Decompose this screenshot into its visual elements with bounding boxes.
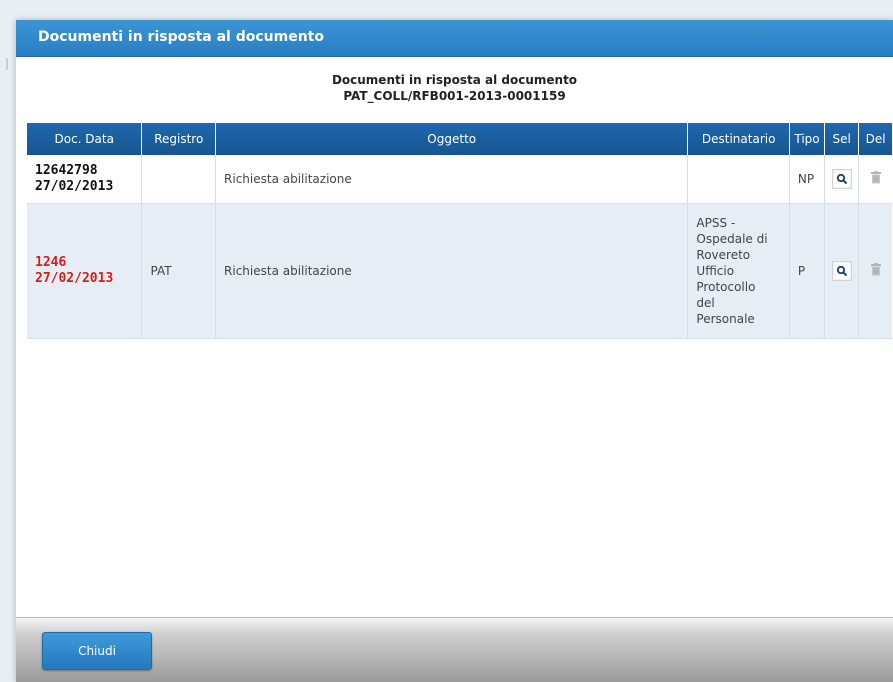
- destinatario-cell: APSS - Ospedale di Rovereto Ufficio Prot…: [687, 203, 790, 339]
- heading-title: Documenti in risposta al documento: [331, 73, 578, 87]
- dialog-heading: Documenti in risposta al documento PAT_C…: [16, 72, 893, 104]
- column-header-del: Del: [858, 123, 892, 155]
- destinatario-line: Personale: [696, 312, 755, 326]
- trash-icon: [870, 171, 881, 184]
- column-header-doc-data[interactable]: Doc. Data: [27, 123, 143, 155]
- registro-cell: [141, 155, 217, 204]
- dialog-title: Documenti in risposta al documento: [38, 29, 324, 45]
- destinatario-line: Ufficio: [696, 264, 735, 278]
- documents-response-dialog: Documenti in risposta al documento Docum…: [16, 20, 893, 682]
- table-row[interactable]: 1246 27/02/2013 PAT Richiesta abilitazio…: [27, 203, 892, 339]
- registro-cell: PAT: [141, 203, 217, 339]
- column-header-sel: Sel: [824, 123, 860, 155]
- window-edge-mark: [6, 58, 8, 70]
- documents-table: Doc. Data Registro Oggetto Destinatario …: [27, 123, 892, 339]
- column-header-tipo[interactable]: Tipo: [789, 123, 826, 155]
- dialog-titlebar[interactable]: Documenti in risposta al documento: [16, 20, 893, 57]
- destinatario-line: Rovereto: [696, 248, 751, 262]
- doc-date: 27/02/2013: [35, 179, 114, 194]
- destinatario-line: Protocollo: [696, 280, 756, 294]
- oggetto-cell: Richiesta abilitazione: [215, 203, 689, 339]
- sel-cell: [824, 203, 860, 339]
- del-cell: [858, 155, 892, 204]
- close-button[interactable]: Chiudi: [42, 632, 152, 670]
- dialog-footer: Chiudi: [16, 617, 893, 682]
- destinatario-line: APSS -: [696, 216, 736, 230]
- sel-cell: [824, 155, 860, 204]
- table-header-row: Doc. Data Registro Oggetto Destinatario …: [27, 123, 892, 155]
- magnifier-icon: [836, 173, 847, 185]
- destinatario-cell: [687, 155, 790, 204]
- doc-date: 27/02/2013: [35, 271, 114, 286]
- doc-data-cell: 12642798 27/02/2013: [27, 155, 143, 204]
- table-row[interactable]: 12642798 27/02/2013 Richiesta abilitazio…: [27, 155, 892, 204]
- destinatario-line: Ospedale di: [696, 232, 768, 246]
- select-button[interactable]: [831, 169, 852, 189]
- column-header-oggetto[interactable]: Oggetto: [215, 123, 689, 155]
- delete-button[interactable]: [870, 263, 881, 279]
- tipo-cell: P: [789, 203, 826, 339]
- destinatario-line: del: [696, 296, 715, 310]
- del-cell: [858, 203, 892, 339]
- magnifier-icon: [836, 265, 847, 277]
- doc-data-cell: 1246 27/02/2013: [27, 203, 143, 339]
- column-header-registro[interactable]: Registro: [141, 123, 217, 155]
- column-header-destinatario[interactable]: Destinatario: [687, 123, 790, 155]
- oggetto-cell: Richiesta abilitazione: [215, 155, 689, 204]
- doc-number: 12642798: [35, 163, 98, 178]
- doc-number: 1246: [35, 255, 67, 270]
- select-button[interactable]: [831, 261, 852, 281]
- trash-icon: [870, 263, 881, 276]
- delete-button[interactable]: [870, 171, 881, 187]
- heading-document-id: PAT_COLL/RFB001-2013-0001159: [343, 89, 566, 103]
- tipo-cell: NP: [789, 155, 826, 204]
